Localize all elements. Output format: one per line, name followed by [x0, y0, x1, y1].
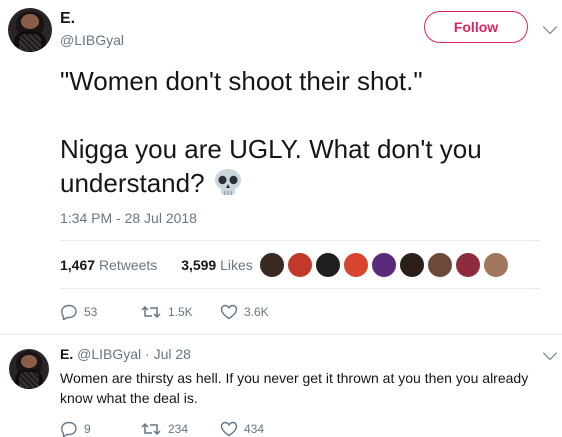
tweet-text-content: "Women don't shoot their shot." Nigga yo… — [60, 66, 482, 198]
tweet-timestamp[interactable]: 1:34 PM - 28 Jul 2018 — [60, 210, 197, 226]
liker-avatar[interactable] — [398, 251, 426, 279]
reply-author-name[interactable]: E. — [60, 346, 73, 362]
reply-button[interactable]: 9 — [60, 421, 91, 437]
author-handle[interactable]: @LIBGyal — [60, 32, 124, 48]
retweet-icon — [141, 422, 161, 436]
retweet-count: 1.5K — [168, 305, 193, 319]
like-count: 434 — [244, 422, 265, 436]
like-button[interactable]: 434 — [220, 421, 264, 437]
retweet-icon — [141, 305, 161, 319]
reply-icon — [61, 421, 77, 437]
reply-author-avatar[interactable] — [9, 349, 49, 389]
tweet-text: "Women don't shoot their shot." Nigga yo… — [60, 64, 540, 200]
reply-author-handle[interactable]: @LIBGyal — [77, 346, 141, 362]
divider — [60, 240, 540, 241]
reply-button[interactable]: 53 — [60, 304, 97, 320]
retweets-stat[interactable]: 1,467 Retweets — [60, 257, 167, 273]
follow-button[interactable]: Follow — [424, 11, 528, 43]
liker-avatar[interactable] — [426, 251, 454, 279]
liker-avatar[interactable] — [482, 251, 510, 279]
liker-avatar[interactable] — [286, 251, 314, 279]
liker-avatar[interactable] — [342, 251, 370, 279]
divider — [0, 334, 562, 335]
liker-avatar[interactable] — [314, 251, 342, 279]
likes-stat[interactable]: 3,599 Likes — [181, 257, 263, 273]
liker-avatar[interactable] — [454, 251, 482, 279]
reply-header: E. @LIBGyal · Jul 28 — [60, 346, 191, 362]
tweet-stats: 1,467 Retweets 3,599 Likes — [60, 257, 273, 273]
retweet-count: 234 — [168, 422, 189, 436]
retweet-button[interactable]: 1.5K — [140, 304, 193, 320]
reply-date[interactable]: Jul 28 — [154, 346, 191, 362]
reply-separator: · — [145, 346, 150, 362]
like-count: 3.6K — [244, 305, 269, 319]
retweet-button[interactable]: 234 — [140, 421, 188, 437]
heart-icon — [220, 421, 238, 437]
liker-avatar[interactable] — [258, 251, 286, 279]
divider — [60, 288, 540, 289]
liker-avatar[interactable] — [370, 251, 398, 279]
like-button[interactable]: 3.6K — [220, 304, 269, 320]
author-avatar[interactable] — [8, 8, 52, 52]
chevron-down-icon[interactable] — [542, 19, 558, 35]
reply-text: Women are thirsty as hell. If you never … — [60, 370, 529, 406]
author-display-name[interactable]: E. — [60, 10, 75, 28]
reply-count: 9 — [84, 422, 91, 436]
reply-icon — [61, 304, 77, 320]
skull-emoji-icon — [214, 169, 241, 195]
heart-icon — [220, 304, 238, 320]
reply-count: 53 — [84, 305, 98, 319]
chevron-down-icon[interactable] — [542, 345, 558, 361]
